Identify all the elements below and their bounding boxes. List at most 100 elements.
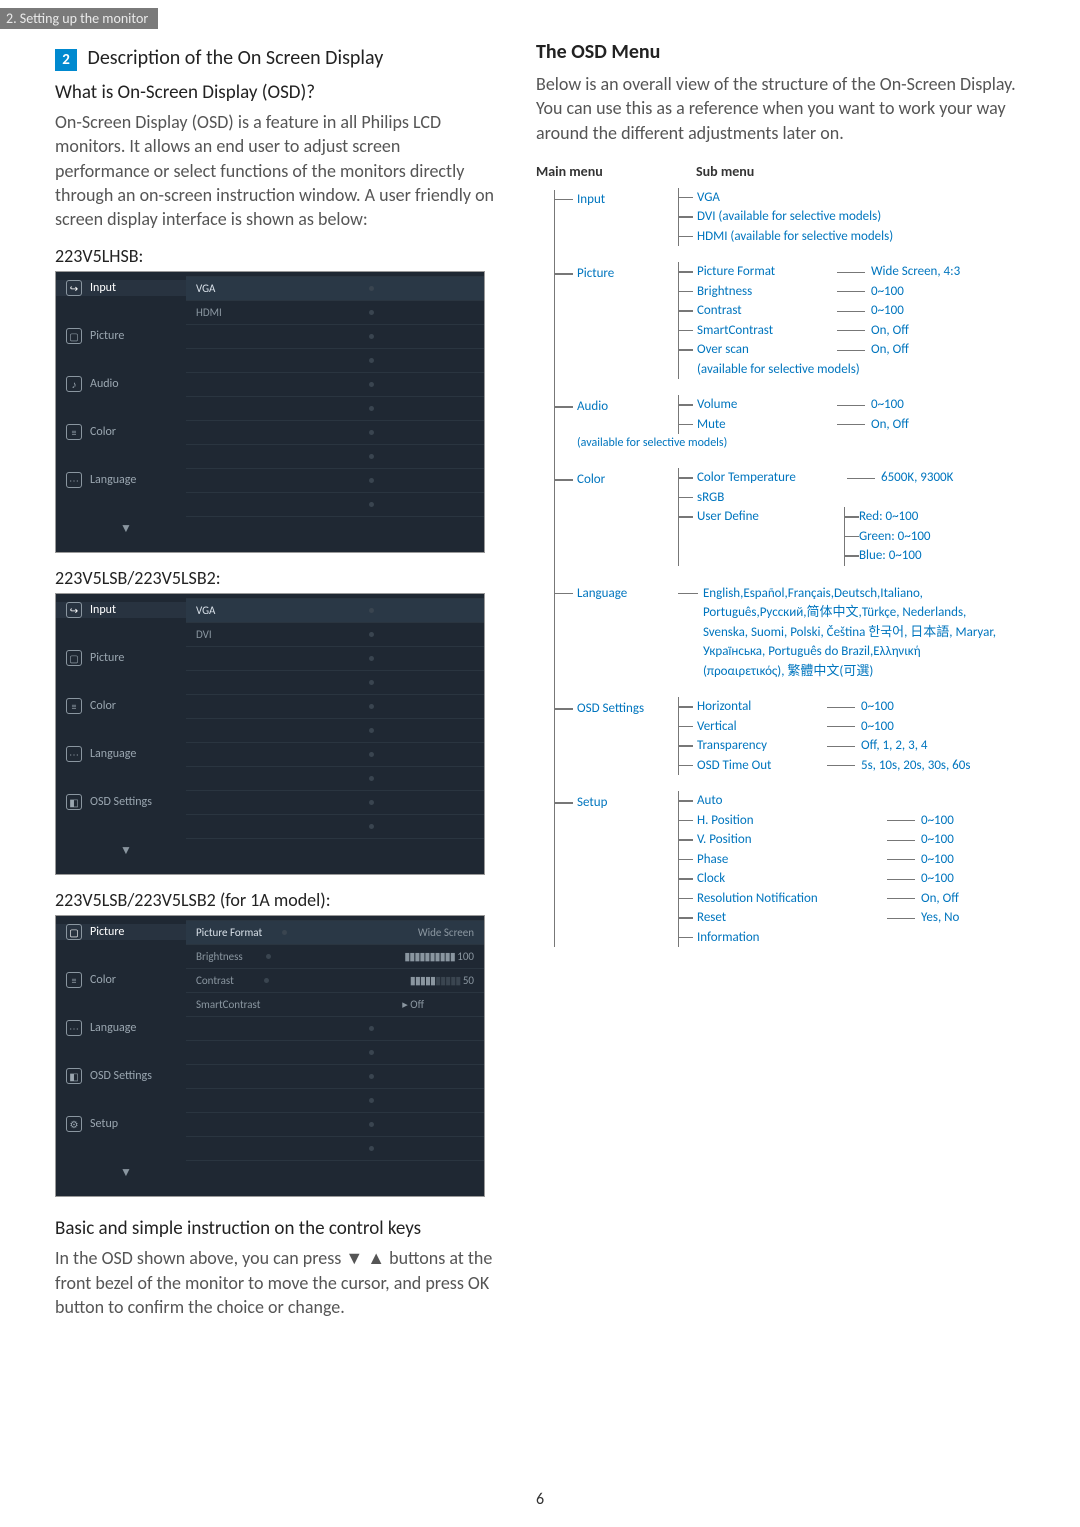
language-icon: ⋯	[66, 1020, 82, 1036]
picture-icon: ▢	[66, 650, 82, 666]
tree-language-list: English,Español,Français,Deutsch,Italian…	[703, 584, 1003, 682]
model3-label: 223V5LSB/223V5LSB2 (for 1A model):	[55, 889, 496, 911]
osdsettings-icon: ◧	[66, 794, 82, 810]
tree-setup-info: Information	[697, 928, 760, 948]
tree-setup-label: Setup	[555, 793, 675, 813]
tree-osd-h: Horizontal	[697, 697, 807, 717]
language-icon: ⋯	[66, 746, 82, 762]
tree-audio-vol: Volume	[697, 395, 817, 415]
osd1-menu-1: Picture	[90, 329, 124, 343]
osd3-sub-3: SmartContrast	[196, 998, 260, 1011]
osd-menu-intro: Below is an overall view of the structur…	[536, 72, 1025, 145]
osd-screenshot-2: ↪Input VGA DVI ▢Picture ≡Color ⋯Language…	[55, 593, 485, 875]
tree-pic-format-val: Wide Screen, 4:3	[871, 264, 960, 279]
tree-color: Color Color Temperature6500K, 9300K sRGB…	[555, 470, 1025, 566]
tree-pic-overscan: Over scan	[697, 340, 817, 360]
picture-icon: ▢	[66, 924, 82, 940]
tree-picture: Picture Picture FormatWide Screen, 4:3 B…	[555, 264, 1025, 379]
color-icon: ≡	[66, 972, 82, 988]
osd-screenshot-1: ↪Input VGA HDMI ▢Picture ♪Audio ≡Color ⋯…	[55, 271, 485, 553]
tree-setup-vpos-val: 0~100	[921, 832, 954, 847]
osd3-val-2: 50	[463, 974, 474, 987]
tree-pic-bright-val: 0~100	[871, 284, 904, 299]
tree-osdset: OSD Settings Horizontal0~100 Vertical0~1…	[555, 699, 1025, 775]
tree-color-green: Green: 0~100	[859, 527, 931, 547]
osd1-menu-3: Color	[90, 425, 116, 439]
tree-language: Language English,Español,Français,Deutsc…	[555, 584, 1025, 682]
osd-menu-heading: The OSD Menu	[536, 40, 1025, 64]
tree-input-dvi: DVI (available for selective models)	[697, 207, 881, 227]
page-number: 6	[0, 1490, 1080, 1509]
osd3-menu-2: Language	[90, 1021, 136, 1035]
chapter-bar: 2. Setting up the monitor	[0, 8, 158, 29]
tree-audio-mute-val: On, Off	[871, 417, 909, 432]
osd3-sub-0: Picture Format	[196, 926, 262, 939]
main-menu-header: Main menu	[536, 163, 696, 180]
basic-instruction-body: In the OSD shown above, you can press ▼ …	[55, 1246, 496, 1319]
tree-setup-hpos: H. Position	[697, 811, 867, 831]
tree-setup-phase: Phase	[697, 850, 867, 870]
osd3-menu-0: Picture	[90, 925, 124, 939]
osd1-sub-0: VGA	[196, 282, 215, 295]
tree-pic-note: (available for selective models)	[697, 360, 860, 380]
osd-intro-paragraph: On-Screen Display (OSD) is a feature in …	[55, 110, 496, 231]
tree-picture-label: Picture	[555, 264, 675, 284]
tree-osd-timeout-val: 5s, 10s, 20s, 30s, 60s	[861, 758, 970, 773]
tree-pic-overscan-val: On, Off	[871, 342, 909, 357]
osd3-val-3: Off	[410, 998, 424, 1011]
osd-screenshot-3: ▢Picture Picture FormatWide Screen Brigh…	[55, 915, 485, 1197]
osd2-menu-3: Language	[90, 747, 136, 761]
tree-audio-note: (available for selective models)	[555, 434, 1025, 452]
tree-pic-contrast: Contrast	[697, 301, 817, 321]
osd2-sub-0: VGA	[196, 604, 215, 617]
osd1-menu-2: Audio	[90, 377, 119, 391]
tree-input: Input VGA DVI (available for selective m…	[555, 190, 1025, 247]
osd2-menu-2: Color	[90, 699, 116, 713]
osd3-sub-2: Contrast	[196, 974, 234, 987]
osd3-val-1: 100	[457, 950, 474, 963]
color-icon: ≡	[66, 424, 82, 440]
tree-audio-label: Audio	[555, 397, 675, 417]
tree-color-blue: Blue: 0~100	[859, 546, 922, 566]
tree-osd-trans-val: Off, 1, 2, 3, 4	[861, 738, 927, 753]
tree-setup-clock: Clock	[697, 869, 867, 889]
tree-osdset-label: OSD Settings	[555, 699, 675, 719]
osd3-menu-1: Color	[90, 973, 116, 987]
model2-label: 223V5LSB/223V5LSB2:	[55, 567, 496, 589]
tree-pic-smart: SmartContrast	[697, 321, 817, 341]
setup-icon: ⚙	[66, 1116, 82, 1132]
tree-osd-trans: Transparency	[697, 736, 807, 756]
tree-language-label: Language	[555, 584, 675, 604]
tree-osd-timeout: OSD Time Out	[697, 756, 807, 776]
tree-setup-auto: Auto	[697, 791, 722, 811]
osd3-menu-3: OSD Settings	[90, 1069, 152, 1083]
osd-tree: Input VGA DVI (available for selective m…	[536, 190, 1025, 948]
tree-setup-clock-val: 0~100	[921, 871, 954, 886]
input-icon: ↪	[66, 280, 82, 296]
sub-menu-header: Sub menu	[696, 163, 754, 180]
picture-icon: ▢	[66, 328, 82, 344]
tree-audio-mute: Mute	[697, 415, 817, 435]
osd1-menu-4: Language	[90, 473, 136, 487]
osd3-menu-4: Setup	[90, 1117, 118, 1131]
basic-instruction-heading: Basic and simple instruction on the cont…	[55, 1217, 496, 1240]
osd2-menu-1: Picture	[90, 651, 124, 665]
tree-color-user: User Define	[697, 507, 827, 527]
tree-setup-res: Resolution Notification	[697, 889, 867, 909]
tree-color-srgb: sRGB	[697, 488, 724, 508]
left-column: 2 Description of the On Screen Display W…	[55, 40, 496, 1331]
tree-color-temp: Color Temperature	[697, 468, 827, 488]
audio-icon: ♪	[66, 376, 82, 392]
osd3-val-0: Wide Screen	[418, 926, 474, 939]
osd1-sub-1: HDMI	[196, 306, 222, 319]
tree-osd-v-val: 0~100	[861, 719, 894, 734]
section-title: 2 Description of the On Screen Display	[55, 46, 496, 71]
tree-osd-v: Vertical	[697, 717, 807, 737]
tree-headers: Main menu Sub menu	[536, 163, 1025, 180]
osd-question-heading: What is On-Screen Display (OSD)?	[55, 81, 496, 104]
section-title-text: Description of the On Screen Display	[88, 46, 384, 70]
osd2-menu-0: Input	[90, 603, 116, 617]
section-number-badge: 2	[55, 49, 77, 71]
tree-pic-smart-val: On, Off	[871, 323, 909, 338]
tree-setup-hpos-val: 0~100	[921, 813, 954, 828]
